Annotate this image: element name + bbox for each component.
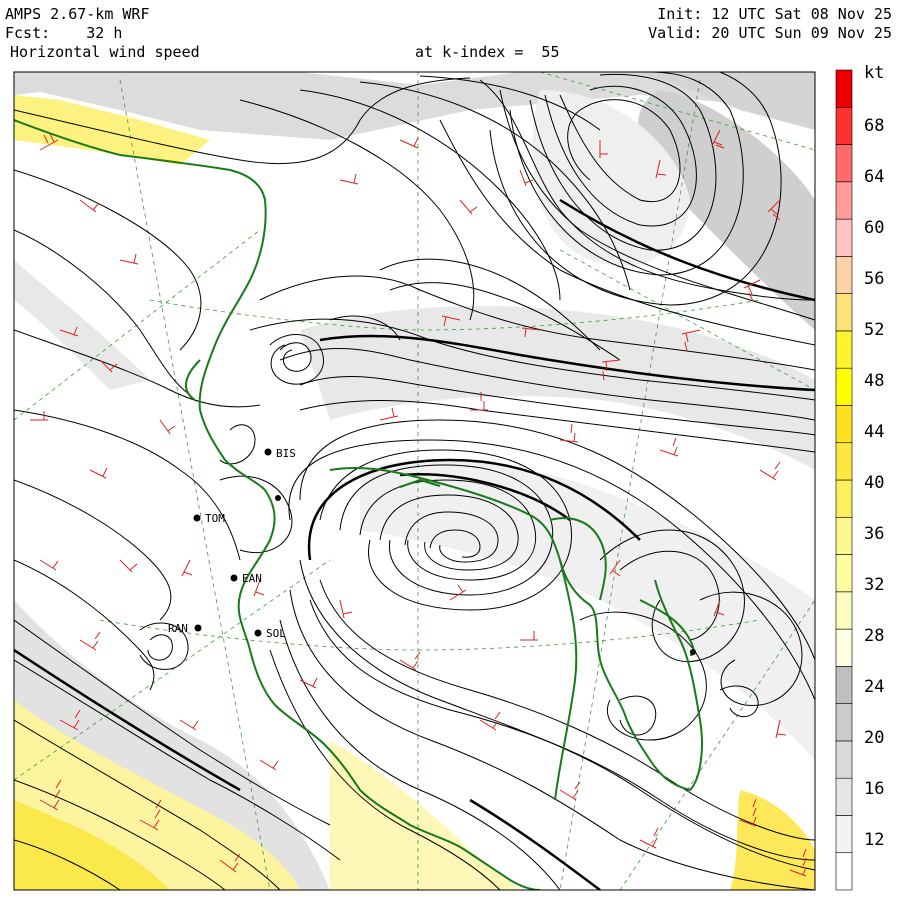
colorbar-tick-label: 44 xyxy=(864,422,885,442)
colorbar-tick-label: 20 xyxy=(864,728,885,748)
colorbar-swatch xyxy=(835,144,853,183)
colorbar-tick-label: 64 xyxy=(864,167,885,187)
colorbar-swatch xyxy=(835,628,853,667)
station-dot xyxy=(690,649,696,655)
colorbar-swatch xyxy=(835,181,853,220)
colorbar-tick-label: 48 xyxy=(864,371,885,391)
colorbar-swatch xyxy=(835,703,853,742)
colorbar-tick-label: 24 xyxy=(864,677,885,697)
colorbar-swatch xyxy=(835,479,853,518)
colorbar-unit: kt xyxy=(864,63,885,83)
colorbar-swatch xyxy=(835,293,853,332)
station-dot xyxy=(275,495,281,501)
colorbar-swatch xyxy=(835,367,853,406)
colorbar-swatch xyxy=(835,777,853,816)
station-label: RAN xyxy=(168,622,188,635)
colorbar-swatch xyxy=(835,666,853,704)
station-label: EAN xyxy=(242,572,262,585)
map-content: BIS TOM EAN RAN SOL xyxy=(14,72,815,890)
colorbar-swatch xyxy=(835,516,853,555)
colorbar-swatch xyxy=(835,740,853,779)
colorbar-tick-label: 36 xyxy=(864,524,885,544)
colorbar-tick-label: 40 xyxy=(864,473,885,493)
colorbar-tick-label: 28 xyxy=(864,626,885,646)
colorbar-swatch xyxy=(835,106,853,145)
colorbar-tick-label: 32 xyxy=(864,575,885,595)
station-label: BIS xyxy=(276,447,296,460)
colorbar xyxy=(835,69,853,891)
colorbar-swatch xyxy=(835,591,853,630)
colorbar-tick-label: 60 xyxy=(864,218,885,238)
colorbar-swatch xyxy=(835,256,853,294)
colorbar-swatch xyxy=(835,442,853,481)
colorbar-swatch xyxy=(835,852,853,891)
station-label: TOM xyxy=(205,512,225,525)
colorbar-swatch xyxy=(835,815,853,854)
colorbar-tick-label: 52 xyxy=(864,320,885,340)
station-label: SOL xyxy=(266,627,286,640)
colorbar-tick-label: 12 xyxy=(864,830,885,850)
colorbar-swatch xyxy=(835,554,853,593)
colorbar-swatch xyxy=(835,330,853,369)
map-panel: BIS TOM EAN RAN SOL xyxy=(13,69,853,891)
colorbar-tick-label: 68 xyxy=(864,116,885,136)
colorbar-swatch xyxy=(835,69,853,108)
colorbar-swatch xyxy=(835,218,853,257)
colorbar-swatch xyxy=(835,405,853,444)
colorbar-tick-label: 16 xyxy=(864,779,885,799)
colorbar-tick-label: 56 xyxy=(864,269,885,289)
